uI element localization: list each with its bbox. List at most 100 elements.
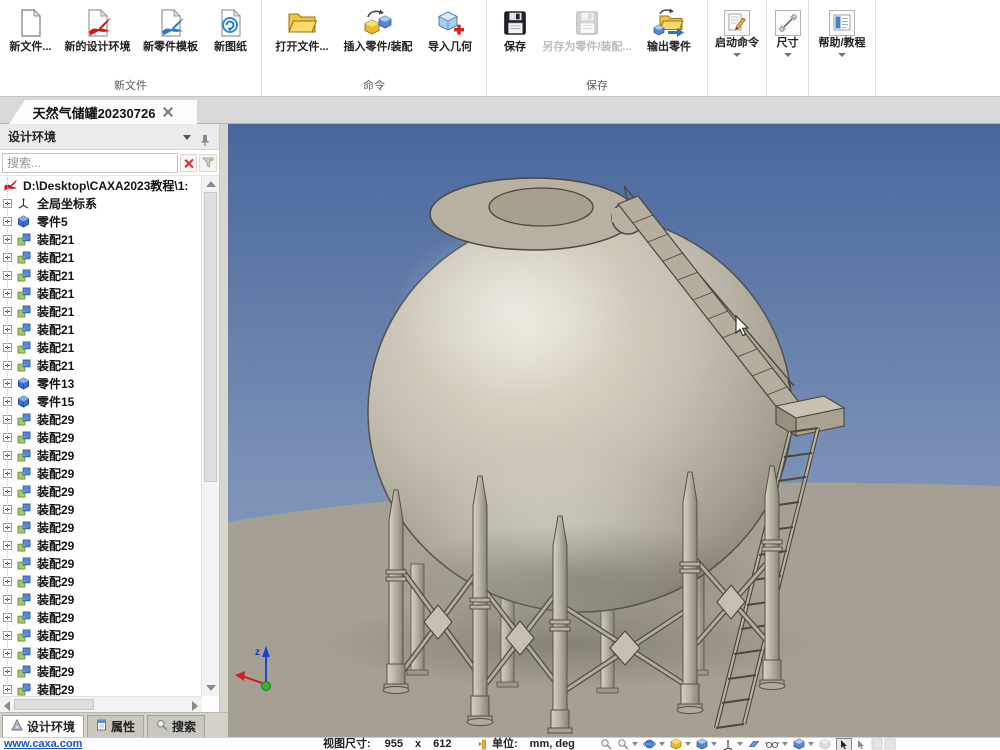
tree-item[interactable]: 零件5 [0, 212, 202, 230]
open-file-button[interactable]: 打开文件... [269, 5, 335, 55]
view-cube-icon[interactable] [696, 738, 708, 750]
horizontal-scroll-thumb[interactable] [14, 699, 94, 710]
tree-item[interactable]: 装配21 [0, 284, 202, 302]
panel-dropdown-icon[interactable] [183, 135, 191, 140]
chevron-down-icon [784, 53, 792, 57]
chevron-down-icon[interactable] [685, 742, 691, 746]
scroll-down-icon[interactable] [206, 685, 216, 691]
help-button[interactable]: 帮助/教程 [816, 5, 867, 58]
orbit-view-icon[interactable] [643, 738, 656, 750]
vertical-scroll-thumb[interactable] [204, 192, 217, 482]
tree-item[interactable]: 零件15 [0, 392, 202, 410]
select-arrow-button[interactable] [836, 738, 852, 750]
tree-item[interactable]: 装配21 [0, 320, 202, 338]
assembly-icon [17, 574, 33, 588]
tree-item[interactable]: 装配21 [0, 266, 202, 284]
tree-item[interactable]: 装配29 [0, 482, 202, 500]
scroll-left-icon[interactable] [4, 701, 10, 711]
tree-item[interactable]: 零件13 [0, 374, 202, 392]
assembly-icon [17, 646, 33, 660]
new-file-icon [14, 6, 48, 40]
scroll-right-icon[interactable] [192, 701, 198, 711]
tree-item[interactable]: 装配29 [0, 518, 202, 536]
save-button[interactable]: 保存 [495, 5, 535, 55]
open-file-label: 打开文件... [275, 41, 328, 54]
tree-item[interactable]: 装配29 [0, 644, 202, 662]
tree-item[interactable]: 装配29 [0, 500, 202, 518]
tab-search[interactable]: 搜索 [147, 715, 205, 737]
tree-item[interactable]: 装配29 [0, 536, 202, 554]
tree-item[interactable]: 装配29 [0, 662, 202, 680]
tree-item[interactable]: 装配29 [0, 572, 202, 590]
tree-item[interactable]: 装配29 [0, 590, 202, 608]
tree-item[interactable]: 装配29 [0, 554, 202, 572]
import-geometry-button[interactable]: 导入几何 [421, 5, 479, 55]
ribbon-group-launch: 启动命令 [708, 0, 767, 96]
tree-item-label: 装配21 [37, 357, 74, 374]
tree-item[interactable]: 装配29 [0, 446, 202, 464]
zoom-window-icon[interactable] [617, 738, 629, 750]
new-drawing-button[interactable]: 新图纸 [204, 5, 258, 55]
render-mode-icon[interactable] [670, 738, 682, 750]
search-input[interactable] [2, 153, 178, 173]
ghost-cube-icon[interactable] [819, 738, 831, 750]
tree-item[interactable]: 装配29 [0, 428, 202, 446]
design-env-tab-icon [11, 719, 23, 734]
triad-toggle-icon[interactable] [722, 738, 734, 750]
tree-item-label: 装配29 [37, 483, 74, 500]
tree-item[interactable]: 装配21 [0, 338, 202, 356]
tree-item[interactable]: 装配21 [0, 248, 202, 266]
filter-icon[interactable] [199, 154, 217, 172]
status-bar: www.caxa.com 视图尺寸: 955 x 612 单位: mm, deg [0, 737, 1000, 750]
zoom-icon[interactable] [600, 738, 612, 750]
view-glasses-icon[interactable] [765, 738, 779, 750]
tree-item[interactable]: 装配29 [0, 626, 202, 644]
export-part-button[interactable]: 输出零件 [639, 5, 699, 55]
tree-item[interactable]: D:\Desktop\CAXA2023教程\1: [0, 176, 202, 194]
vertical-scrollbar[interactable] [201, 176, 219, 696]
new-design-env-button[interactable]: 新的设计环境 [58, 5, 138, 55]
extra-tools-icon[interactable] [871, 738, 897, 750]
tree-item[interactable]: 装配29 [0, 608, 202, 626]
cursor-icon[interactable] [857, 739, 866, 750]
tab-design-environment[interactable]: 设计环境 [2, 715, 84, 737]
tree-item[interactable]: 装配21 [0, 356, 202, 374]
chevron-down-icon[interactable] [659, 742, 665, 746]
tank-sphere[interactable] [368, 212, 792, 639]
tree-item[interactable]: 装配21 [0, 302, 202, 320]
chevron-down-icon[interactable] [808, 742, 814, 746]
tree-item[interactable]: 装配29 [0, 464, 202, 482]
scroll-up-icon[interactable] [206, 181, 216, 187]
save-as-button[interactable]: 另存为零件/装配... [535, 5, 639, 55]
tree-item[interactable]: 装配29 [0, 410, 202, 428]
new-part-template-label: 新零件模板 [143, 41, 198, 54]
chevron-down-icon[interactable] [711, 742, 717, 746]
panel-splitter[interactable] [220, 124, 228, 737]
tree-item-label: 装配29 [37, 573, 74, 590]
document-tab[interactable]: 天然气储罐20230726 [9, 100, 197, 124]
launch-command-button[interactable]: 启动命令 [713, 5, 761, 58]
chevron-down-icon[interactable] [782, 742, 788, 746]
tree-item[interactable]: 装配29 [0, 680, 202, 696]
clear-search-icon[interactable] [180, 154, 197, 172]
tree-item[interactable]: 装配21 [0, 230, 202, 248]
viewport-3d[interactable]: z [228, 124, 1000, 737]
close-icon[interactable] [163, 107, 173, 117]
tab-label: 搜索 [172, 718, 196, 735]
tree-item[interactable]: 全局坐标系 [0, 194, 202, 212]
work-plane-icon[interactable] [748, 738, 760, 750]
dimension-button[interactable]: 尺寸 [773, 5, 803, 58]
chevron-down-icon[interactable] [737, 742, 743, 746]
tree-item-label: D:\Desktop\CAXA2023教程\1: [23, 177, 188, 194]
insert-part-button[interactable]: 插入零件/装配 [335, 5, 421, 55]
assembly-icon [17, 610, 33, 624]
caxa-website-link[interactable]: www.caxa.com [4, 738, 82, 750]
shade-cube-icon[interactable] [793, 738, 805, 750]
chevron-down-icon[interactable] [632, 742, 638, 746]
new-file-button[interactable]: 新文件... [4, 5, 58, 55]
new-part-template-button[interactable]: 新零件模板 [138, 5, 204, 55]
tree-item-label: 装配29 [37, 627, 74, 644]
horizontal-scrollbar[interactable] [0, 696, 202, 712]
tab-properties[interactable]: 属性 [87, 715, 144, 737]
edit-units-icon[interactable] [477, 739, 488, 750]
